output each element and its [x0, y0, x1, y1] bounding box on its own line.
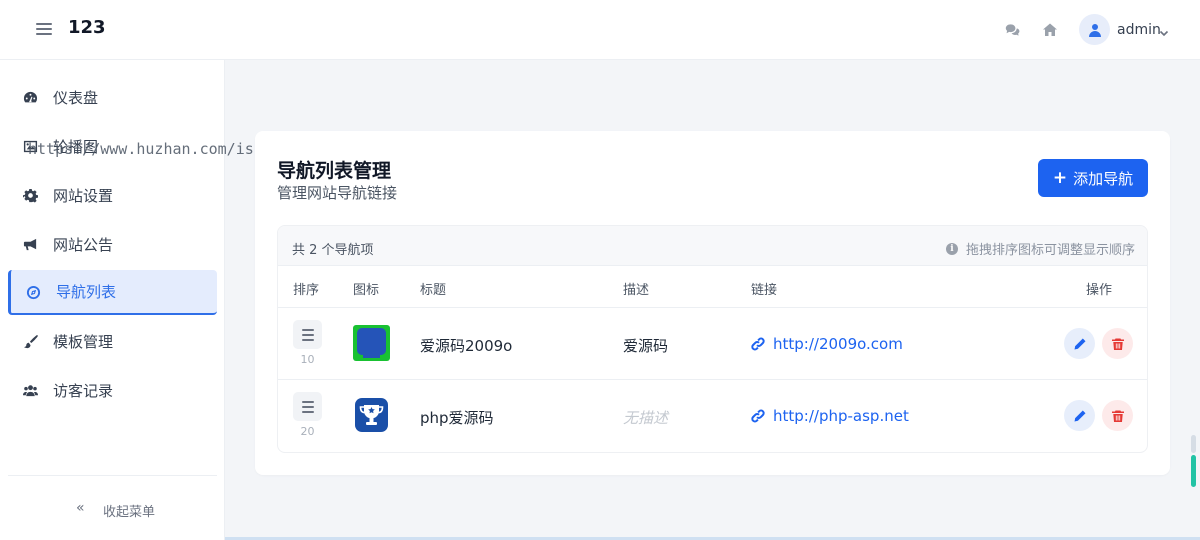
- sidebar-item-visitors[interactable]: 访客记录: [8, 368, 217, 413]
- column-header-actions: 操作: [1086, 283, 1113, 298]
- column-header-link: 链接: [751, 283, 778, 298]
- row-link[interactable]: http://php-asp.net: [751, 407, 909, 425]
- page-title: 导航列表管理: [277, 160, 392, 182]
- scrollbar-track[interactable]: [1191, 435, 1196, 453]
- gear-icon: [22, 187, 39, 204]
- edit-button[interactable]: [1064, 328, 1095, 359]
- sidebar-item-label: 网站设置: [53, 187, 114, 205]
- page-subtitle: 管理网站导航链接: [277, 184, 398, 202]
- delete-button[interactable]: [1102, 400, 1133, 431]
- nav-list-card: 导航列表管理 管理网站导航链接 + 添加导航 共 2 个导航项 i 拖拽排序图标…: [255, 131, 1170, 475]
- drag-handle-icon[interactable]: [293, 320, 322, 349]
- sidebar-item-dashboard[interactable]: 仪表盘: [8, 75, 217, 120]
- row-title: 爱源码2009o: [420, 337, 513, 355]
- sidebar: 仪表盘 轮播图 网站设置 网站公告 导航列表 模板管理 访客记录 « 收起菜单: [0, 60, 225, 540]
- collapse-menu-label: 收起菜单: [103, 505, 156, 520]
- users-icon: [22, 382, 39, 399]
- drag-hint-text: 拖拽排序图标可调整显示顺序: [965, 243, 1135, 258]
- sidebar-item-templates[interactable]: 模板管理: [8, 319, 217, 364]
- chat-icon[interactable]: [1005, 22, 1023, 40]
- add-nav-button[interactable]: + 添加导航: [1038, 159, 1148, 197]
- user-name[interactable]: admin: [1117, 22, 1161, 38]
- item-count: 共 2 个导航项: [292, 243, 374, 258]
- sidebar-item-label: 网站公告: [53, 236, 114, 254]
- pencil-icon: [1074, 410, 1085, 421]
- info-icon: i: [945, 242, 958, 255]
- trophy-logo-icon: [355, 398, 388, 432]
- compass-icon: [25, 284, 42, 301]
- dashboard-icon: [22, 89, 39, 106]
- table-header: 排序 图标 标题 描述 链接 操作: [278, 266, 1147, 308]
- sidebar-item-label: 导航列表: [56, 283, 117, 301]
- plus-icon: +: [1052, 168, 1068, 188]
- drag-handle-icon[interactable]: [293, 392, 322, 421]
- sidebar-item-carousel[interactable]: 轮播图: [8, 124, 217, 169]
- collapse-menu-button[interactable]: « 收起菜单: [0, 498, 225, 522]
- sidebar-item-label: 仪表盘: [53, 89, 99, 107]
- column-header-sort: 排序: [293, 283, 320, 298]
- menu-toggle-icon[interactable]: [34, 20, 54, 40]
- nav-table: 共 2 个导航项 i 拖拽排序图标可调整显示顺序 排序 图标 标题 描述 链接 …: [277, 225, 1148, 453]
- trash-icon: [1111, 410, 1124, 422]
- sort-order: 10: [300, 353, 315, 366]
- edit-button[interactable]: [1064, 400, 1095, 431]
- trash-icon: [1111, 338, 1124, 350]
- chevron-down-icon[interactable]: [1159, 23, 1171, 37]
- row-description-empty: 无描述: [623, 409, 669, 427]
- row-link[interactable]: http://2009o.com: [751, 335, 903, 353]
- app-title: 123: [68, 17, 106, 38]
- table-row: 10 爱源码2009o 爱源码 http://2009o.com: [278, 308, 1147, 380]
- user-icon: [1088, 23, 1101, 37]
- drag-hint: i 拖拽排序图标可调整显示顺序: [945, 239, 1135, 258]
- row-title: php爱源码: [420, 409, 494, 427]
- add-nav-button-label: 添加导航: [1073, 169, 1134, 188]
- sidebar-item-label: 轮播图: [53, 138, 99, 156]
- row-link-text: http://2009o.com: [773, 335, 903, 353]
- column-header-icon: 图标: [353, 283, 380, 298]
- sidebar-item-nav-list[interactable]: 导航列表: [8, 270, 217, 315]
- row-link-text: http://php-asp.net: [773, 407, 909, 425]
- pencil-icon: [1074, 338, 1085, 349]
- column-header-description: 描述: [623, 283, 650, 298]
- link-icon: [751, 337, 765, 351]
- double-chevron-left-icon: «: [76, 500, 85, 516]
- link-icon: [751, 409, 765, 423]
- scrollbar-thumb[interactable]: [1191, 455, 1196, 487]
- brush-icon: [22, 333, 39, 350]
- sidebar-divider: [8, 475, 217, 476]
- home-icon[interactable]: [1042, 22, 1060, 40]
- table-toolbar: 共 2 个导航项 i 拖拽排序图标可调整显示顺序: [278, 226, 1147, 266]
- sidebar-item-label: 模板管理: [53, 333, 114, 351]
- column-header-title: 标题: [420, 283, 447, 298]
- sidebar-item-announcements[interactable]: 网站公告: [8, 222, 217, 267]
- megaphone-icon: [22, 236, 39, 253]
- table-row: 20 php爱源码 无描述 http://php-asp.net: [278, 380, 1147, 452]
- site-logo-icon: [353, 325, 390, 361]
- row-description: 爱源码: [623, 337, 669, 355]
- sidebar-item-label: 访客记录: [53, 382, 114, 400]
- avatar[interactable]: [1079, 14, 1110, 45]
- sidebar-item-site-settings[interactable]: 网站设置: [8, 173, 217, 218]
- image-icon: [22, 138, 39, 155]
- delete-button[interactable]: [1102, 328, 1133, 359]
- top-header: 123 admin: [0, 0, 1200, 60]
- sort-order: 20: [300, 425, 315, 438]
